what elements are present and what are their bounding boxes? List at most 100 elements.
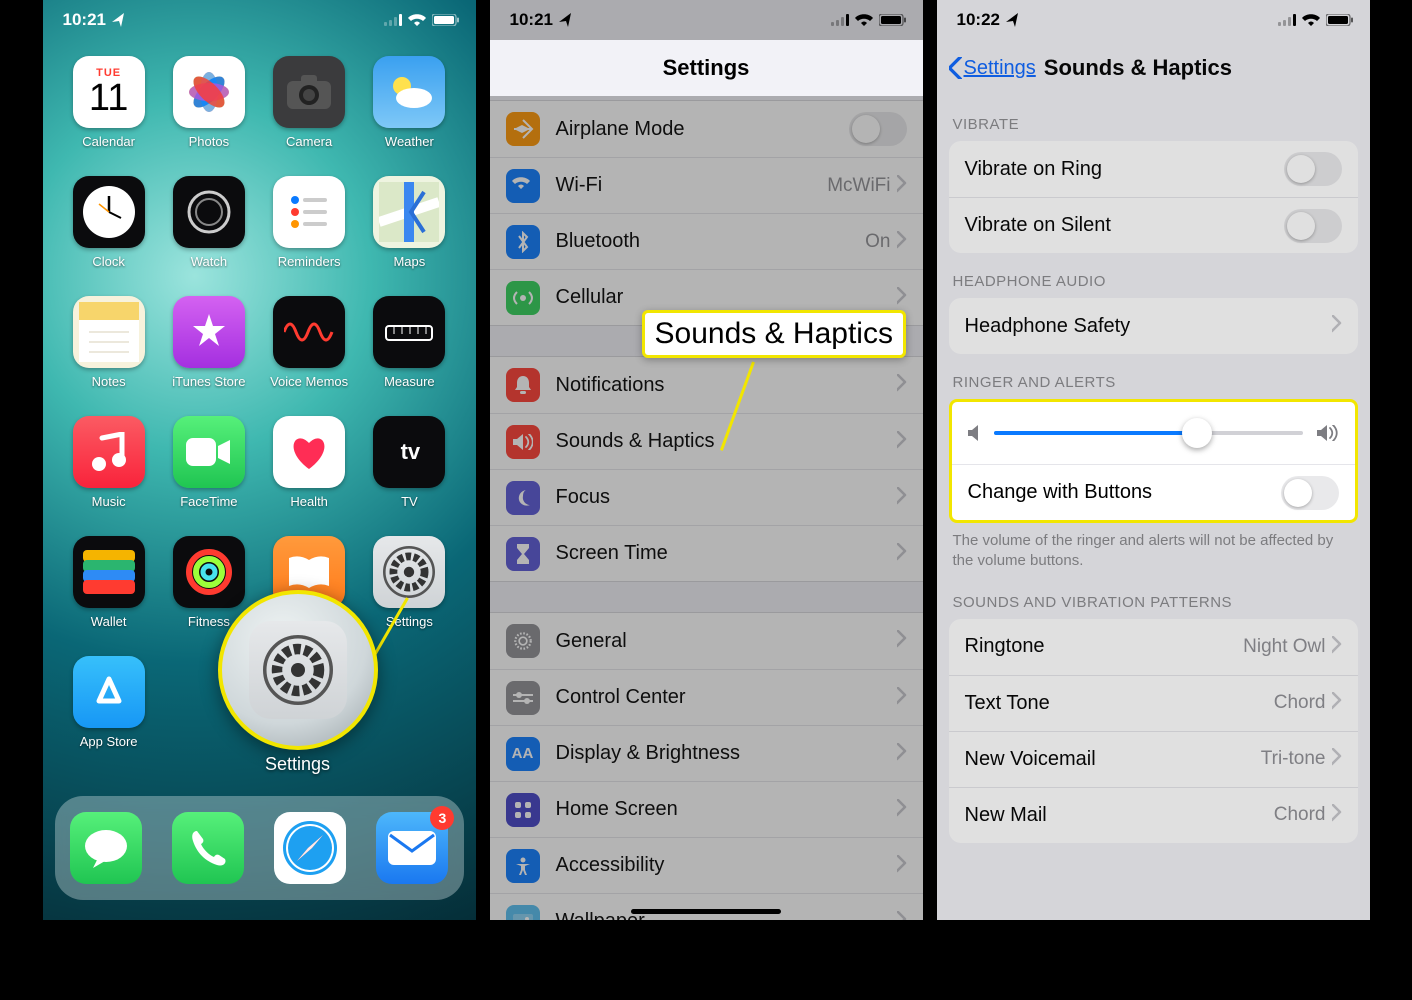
row-general[interactable]: General [490,613,923,669]
ringer-volume-slider[interactable] [994,431,1303,435]
wifi-icon [506,169,540,203]
dock-phone[interactable] [172,812,244,884]
airplane-icon [506,112,540,146]
toggle[interactable] [1284,209,1342,243]
app-app-store[interactable]: App Store [61,656,157,776]
app-label: Fitness [188,614,230,629]
app-tv[interactable]: tvTV [361,416,457,536]
row-bluetooth[interactable]: BluetoothOn [490,213,923,269]
row-airplane-mode[interactable]: Airplane Mode [490,101,923,157]
row-accessibility[interactable]: Accessibility [490,837,923,893]
app-fitness[interactable]: Fitness [161,536,257,656]
cell-icon [506,281,540,315]
row-label: Airplane Mode [556,118,849,141]
app-maps[interactable]: Maps [361,176,457,296]
app-reminders[interactable]: Reminders [261,176,357,296]
app-label: FaceTime [180,494,237,509]
row-sounds-haptics[interactable]: Sounds & Haptics [490,413,923,469]
row-text-tone[interactable]: Text ToneChord [949,675,1358,731]
row-notifications[interactable]: Notifications [490,357,923,413]
row-display-brightness[interactable]: AADisplay & Brightness [490,725,923,781]
row-new-mail[interactable]: New MailChord [949,787,1358,843]
chevron-right-icon [1332,690,1342,716]
row-wi-fi[interactable]: Wi-FiMcWiFi [490,157,923,213]
row-vibrate-on-ring[interactable]: Vibrate on Ring [949,141,1358,197]
app-weather[interactable]: Weather [361,56,457,176]
app-calendar[interactable]: TUE11Calendar [61,56,157,176]
row-label: Headphone Safety [965,315,1332,338]
nav-title: Sounds & Haptics [1044,55,1232,81]
app-label: Music [92,494,126,509]
app-itunes-store[interactable]: iTunes Store [161,296,257,416]
section-header-headphone: HEADPHONE AUDIO [937,253,1370,298]
chevron-right-icon [897,909,907,921]
settings-group-general: General Control CenterAADisplay & Brightn… [490,612,923,920]
app-settings[interactable]: Settings [361,536,457,656]
badge: 3 [430,806,454,830]
app-watch[interactable]: Watch [161,176,257,296]
app-camera[interactable]: Camera [261,56,357,176]
dock-mail[interactable]: 3 [376,812,448,884]
bt-icon [506,225,540,259]
chevron-right-icon [897,797,907,823]
timer-icon [506,537,540,571]
row-screen-time[interactable]: Screen Time [490,525,923,581]
app-label: Weather [385,134,434,149]
app-books[interactable]: Books [261,536,357,656]
nav-bar: Settings Sounds & Haptics [937,40,1370,96]
back-button[interactable]: Settings [949,57,1036,80]
location-icon [559,13,573,27]
section-header-ringer: RINGER AND ALERTS [937,354,1370,399]
settings-group-notifications: NotificationsSounds & HapticsFocusScreen… [490,356,923,582]
wifi-icon [855,14,873,27]
app-facetime[interactable]: FaceTime [161,416,257,536]
app-label: Voice Memos [270,374,348,389]
section-header-patterns: SOUNDS AND VIBRATION PATTERNS [937,574,1370,619]
chevron-right-icon [897,853,907,879]
group-patterns: RingtoneNight OwlText ToneChordNew Voice… [949,619,1358,843]
app-label: Books [291,614,327,629]
signal-icon [831,14,849,26]
row-change-with-buttons[interactable]: Change with Buttons [952,464,1355,520]
app-store-icon [73,656,145,728]
toggle[interactable] [849,112,907,146]
row-label: Change with Buttons [968,481,1281,504]
row-home-screen[interactable]: Home Screen [490,781,923,837]
chevron-right-icon [1332,634,1342,660]
app-label: Maps [393,254,425,269]
bell-icon [506,368,540,402]
app-health[interactable]: Health [261,416,357,536]
dock-safari[interactable] [274,812,346,884]
row-control-center[interactable]: Control Center [490,669,923,725]
notes-icon [73,296,145,368]
toggle[interactable] [1284,152,1342,186]
signal-icon [384,14,402,26]
row-ringtone[interactable]: RingtoneNight Owl [949,619,1358,675]
group-vibrate: Vibrate on RingVibrate on Silent [949,141,1358,253]
app-clock[interactable]: Clock [61,176,157,296]
app-wallet[interactable]: Wallet [61,536,157,656]
calendar-icon: TUE11 [73,56,145,128]
settings-list[interactable]: Airplane ModeWi-FiMcWiFiBluetoothOnCellu… [490,100,923,920]
row-focus[interactable]: Focus [490,469,923,525]
row-wallpaper[interactable]: Wallpaper [490,893,923,920]
row-label: General [556,630,897,653]
battery-icon [879,14,907,26]
toggle-change-with-buttons[interactable] [1281,476,1339,510]
app-photos[interactable]: Photos [161,56,257,176]
app-measure[interactable]: Measure [361,296,457,416]
dock-messages[interactable] [70,812,142,884]
app-music[interactable]: Music [61,416,157,536]
chevron-right-icon [897,429,907,455]
row-headphone-safety[interactable]: Headphone Safety [949,298,1358,354]
app-notes[interactable]: Notes [61,296,157,416]
home-indicator[interactable] [631,909,781,914]
app-voice-memos[interactable]: Voice Memos [261,296,357,416]
aa-icon: AA [506,737,540,771]
row-vibrate-on-silent[interactable]: Vibrate on Silent [949,197,1358,253]
app-label: Reminders [278,254,341,269]
app-label: App Store [80,734,138,749]
row-new-voicemail[interactable]: New VoicemailTri-tone [949,731,1358,787]
panel-home-screen: 10:21 TUE11CalendarPhotosCameraWeatherCl… [43,0,476,920]
speaker-high-icon [1317,425,1339,441]
